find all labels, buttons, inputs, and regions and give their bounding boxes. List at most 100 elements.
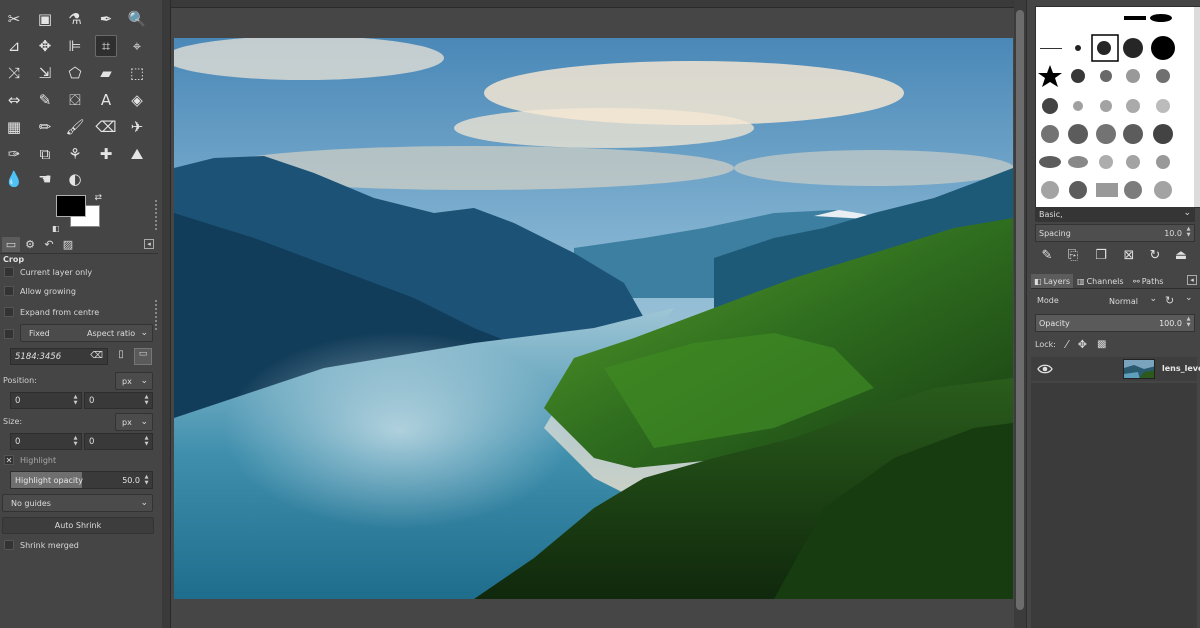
perspective-icon[interactable]: ▰ <box>95 62 117 84</box>
size-w-input[interactable]: 0 ▲ ▼ <box>10 433 82 450</box>
portrait-icon[interactable]: ▯ <box>114 349 128 364</box>
mypaint-brush-icon[interactable]: ⧉ <box>34 143 56 165</box>
current-layer-only-option[interactable]: Current layer only <box>4 265 92 279</box>
spacing-slider[interactable]: Spacing 10.0 ▲ ▼ <box>1035 224 1195 242</box>
align-icon[interactable]: ⊫ <box>64 35 86 57</box>
duplicate-brush-icon[interactable]: ❐ <box>1093 248 1109 264</box>
position-x-input[interactable]: 0 ▲ ▼ <box>10 392 82 409</box>
panel-menu-icon[interactable]: ◂ <box>1187 275 1197 285</box>
checkbox[interactable] <box>4 540 14 550</box>
resize-handle[interactable] <box>155 300 158 330</box>
gradient-icon[interactable]: ◈ <box>126 89 148 111</box>
spinner-icon[interactable]: ▲ ▼ <box>143 435 150 448</box>
open-brush-icon[interactable]: ⏏ <box>1173 248 1189 264</box>
layer-row[interactable]: lens_level.jpg <box>1031 357 1200 381</box>
undo-history-tab-icon[interactable]: ↶ <box>40 237 58 252</box>
checkbox[interactable] <box>4 286 14 296</box>
dodge-burn-icon[interactable]: ◐ <box>64 168 86 190</box>
brush-grid[interactable] <box>1035 6 1200 208</box>
smudge-icon[interactable]: ☚ <box>34 168 56 190</box>
ink-icon[interactable]: ✑ <box>3 143 25 165</box>
bucket-fill-icon[interactable]: ⛋ <box>64 89 86 111</box>
expand-from-centre-option[interactable]: Expand from centre <box>4 305 99 319</box>
lock-alpha-icon[interactable]: ▩ <box>1097 339 1106 350</box>
vertical-ruler[interactable] <box>162 0 171 628</box>
spinner-icon[interactable]: ▲ ▼ <box>72 435 79 448</box>
scrollbar-thumb[interactable] <box>1016 10 1024 610</box>
paintbrush-icon[interactable]: 🖌 <box>64 116 86 138</box>
opacity-slider[interactable]: Opacity 100.0 ▲ ▼ <box>1035 314 1195 332</box>
blend-icon[interactable]: ▦ <box>3 116 25 138</box>
allow-growing-option[interactable]: Allow growing <box>4 284 76 298</box>
tab-channels[interactable]: ▥ Channels <box>1077 274 1124 288</box>
checkbox[interactable] <box>4 307 14 317</box>
highlight-option[interactable]: ✕ Highlight <box>4 453 56 467</box>
spinner-icon[interactable]: ▲ ▼ <box>143 394 150 407</box>
images-tab-icon[interactable]: ▨ <box>59 237 77 252</box>
swap-colors-icon[interactable]: ⇄ <box>94 193 102 203</box>
position-y-input[interactable]: 0 ▲ ▼ <box>84 392 153 409</box>
chevron-down-icon[interactable]: ⌄ <box>1185 293 1193 303</box>
checkbox[interactable] <box>4 267 14 277</box>
pencil-icon[interactable]: ✏ <box>34 116 56 138</box>
fuzzy-select-icon[interactable]: ⚗ <box>64 8 86 30</box>
text-icon[interactable]: A <box>95 89 117 111</box>
brush-preset-dropdown[interactable]: Basic, ⌄ <box>1035 207 1195 222</box>
spinner-icon[interactable]: ▲ ▼ <box>1185 226 1192 239</box>
unified-transform-icon[interactable]: ⌖ <box>126 35 148 57</box>
tool-options-tab-icon[interactable]: ▭ <box>2 237 20 252</box>
shrink-merged-option[interactable]: Shrink merged <box>4 538 79 552</box>
checkbox-checked-icon[interactable]: ✕ <box>4 455 14 465</box>
3d-transform-icon[interactable]: ⬚ <box>126 62 148 84</box>
tab-layers[interactable]: ◧ Layers <box>1031 274 1074 288</box>
lock-pixels-icon[interactable]: ⁄ <box>1066 338 1068 351</box>
clone-icon[interactable]: ⚘ <box>64 143 86 165</box>
flip-icon[interactable]: ⇔ <box>3 89 25 111</box>
blur-icon[interactable]: 💧 <box>3 168 25 190</box>
move-icon[interactable]: ✥ <box>34 35 56 57</box>
auto-shrink-button[interactable]: Auto Shrink <box>2 517 154 534</box>
new-brush-icon[interactable]: ⎘ <box>1065 248 1081 264</box>
measure-icon[interactable]: ⊿ <box>3 35 25 57</box>
vertical-scrollbar[interactable] <box>1014 0 1026 628</box>
brush-scrollbar[interactable] <box>1194 7 1200 207</box>
resize-handle[interactable] <box>155 200 158 230</box>
crop-icon[interactable]: ⌗ <box>95 35 117 57</box>
fixed-mode-dropdown[interactable]: Fixed Aspect ratio ⌄ <box>20 324 153 342</box>
foreground-select-icon[interactable]: ▣ <box>34 8 56 30</box>
panel-menu-icon[interactable]: ◂ <box>144 239 154 249</box>
landscape-icon[interactable]: ▭ <box>134 348 152 365</box>
color-picker-icon[interactable]: ✒ <box>95 8 117 30</box>
guides-dropdown[interactable]: No guides ⌄ <box>2 494 153 512</box>
size-unit-dropdown[interactable]: px ⌄ <box>115 413 153 431</box>
spinner-icon[interactable]: ▲ ▼ <box>143 474 150 487</box>
fixed-option[interactable] <box>4 327 20 341</box>
color-area[interactable]: ⇄ ◧ <box>52 193 104 235</box>
size-h-input[interactable]: 0 ▲ ▼ <box>84 433 153 450</box>
zoom-icon[interactable]: 🔍 <box>126 8 148 30</box>
horizontal-ruler[interactable] <box>162 0 1014 8</box>
scissors-select-icon[interactable]: ✂ <box>3 8 25 30</box>
handle-transform-icon[interactable]: ⇲ <box>34 62 56 84</box>
image-canvas[interactable] <box>174 38 1013 599</box>
device-status-tab-icon[interactable]: ⚙ <box>21 237 39 252</box>
cage-transform-icon[interactable]: ⬠ <box>64 62 86 84</box>
eraser-icon[interactable]: ⌫ <box>95 116 117 138</box>
clear-icon[interactable]: ⌫ <box>90 351 103 361</box>
paths-icon[interactable]: ✎ <box>34 89 56 111</box>
edit-brush-icon[interactable]: ✎ <box>1039 248 1055 264</box>
warp-transform-icon[interactable]: ⤨ <box>3 62 25 84</box>
spinner-icon[interactable]: ▲ ▼ <box>72 394 79 407</box>
lock-position-icon[interactable]: ✥ <box>1078 338 1087 351</box>
tab-paths[interactable]: ⚯ Paths <box>1133 274 1163 288</box>
spinner-icon[interactable]: ▲ ▼ <box>1185 316 1192 329</box>
switch-mode-icon[interactable]: ↻ <box>1165 294 1174 307</box>
checkbox[interactable] <box>4 329 14 339</box>
perspective-clone-icon[interactable]: ⛰ <box>126 143 148 165</box>
foreground-color-swatch[interactable] <box>56 195 86 217</box>
layer-list-empty-area[interactable] <box>1031 383 1197 628</box>
default-colors-icon[interactable]: ◧ <box>52 224 60 233</box>
highlight-opacity-slider[interactable]: Highlight opacity 50.0 ▲ ▼ <box>10 471 153 489</box>
position-unit-dropdown[interactable]: px ⌄ <box>115 372 153 390</box>
eye-icon[interactable] <box>1037 363 1053 375</box>
